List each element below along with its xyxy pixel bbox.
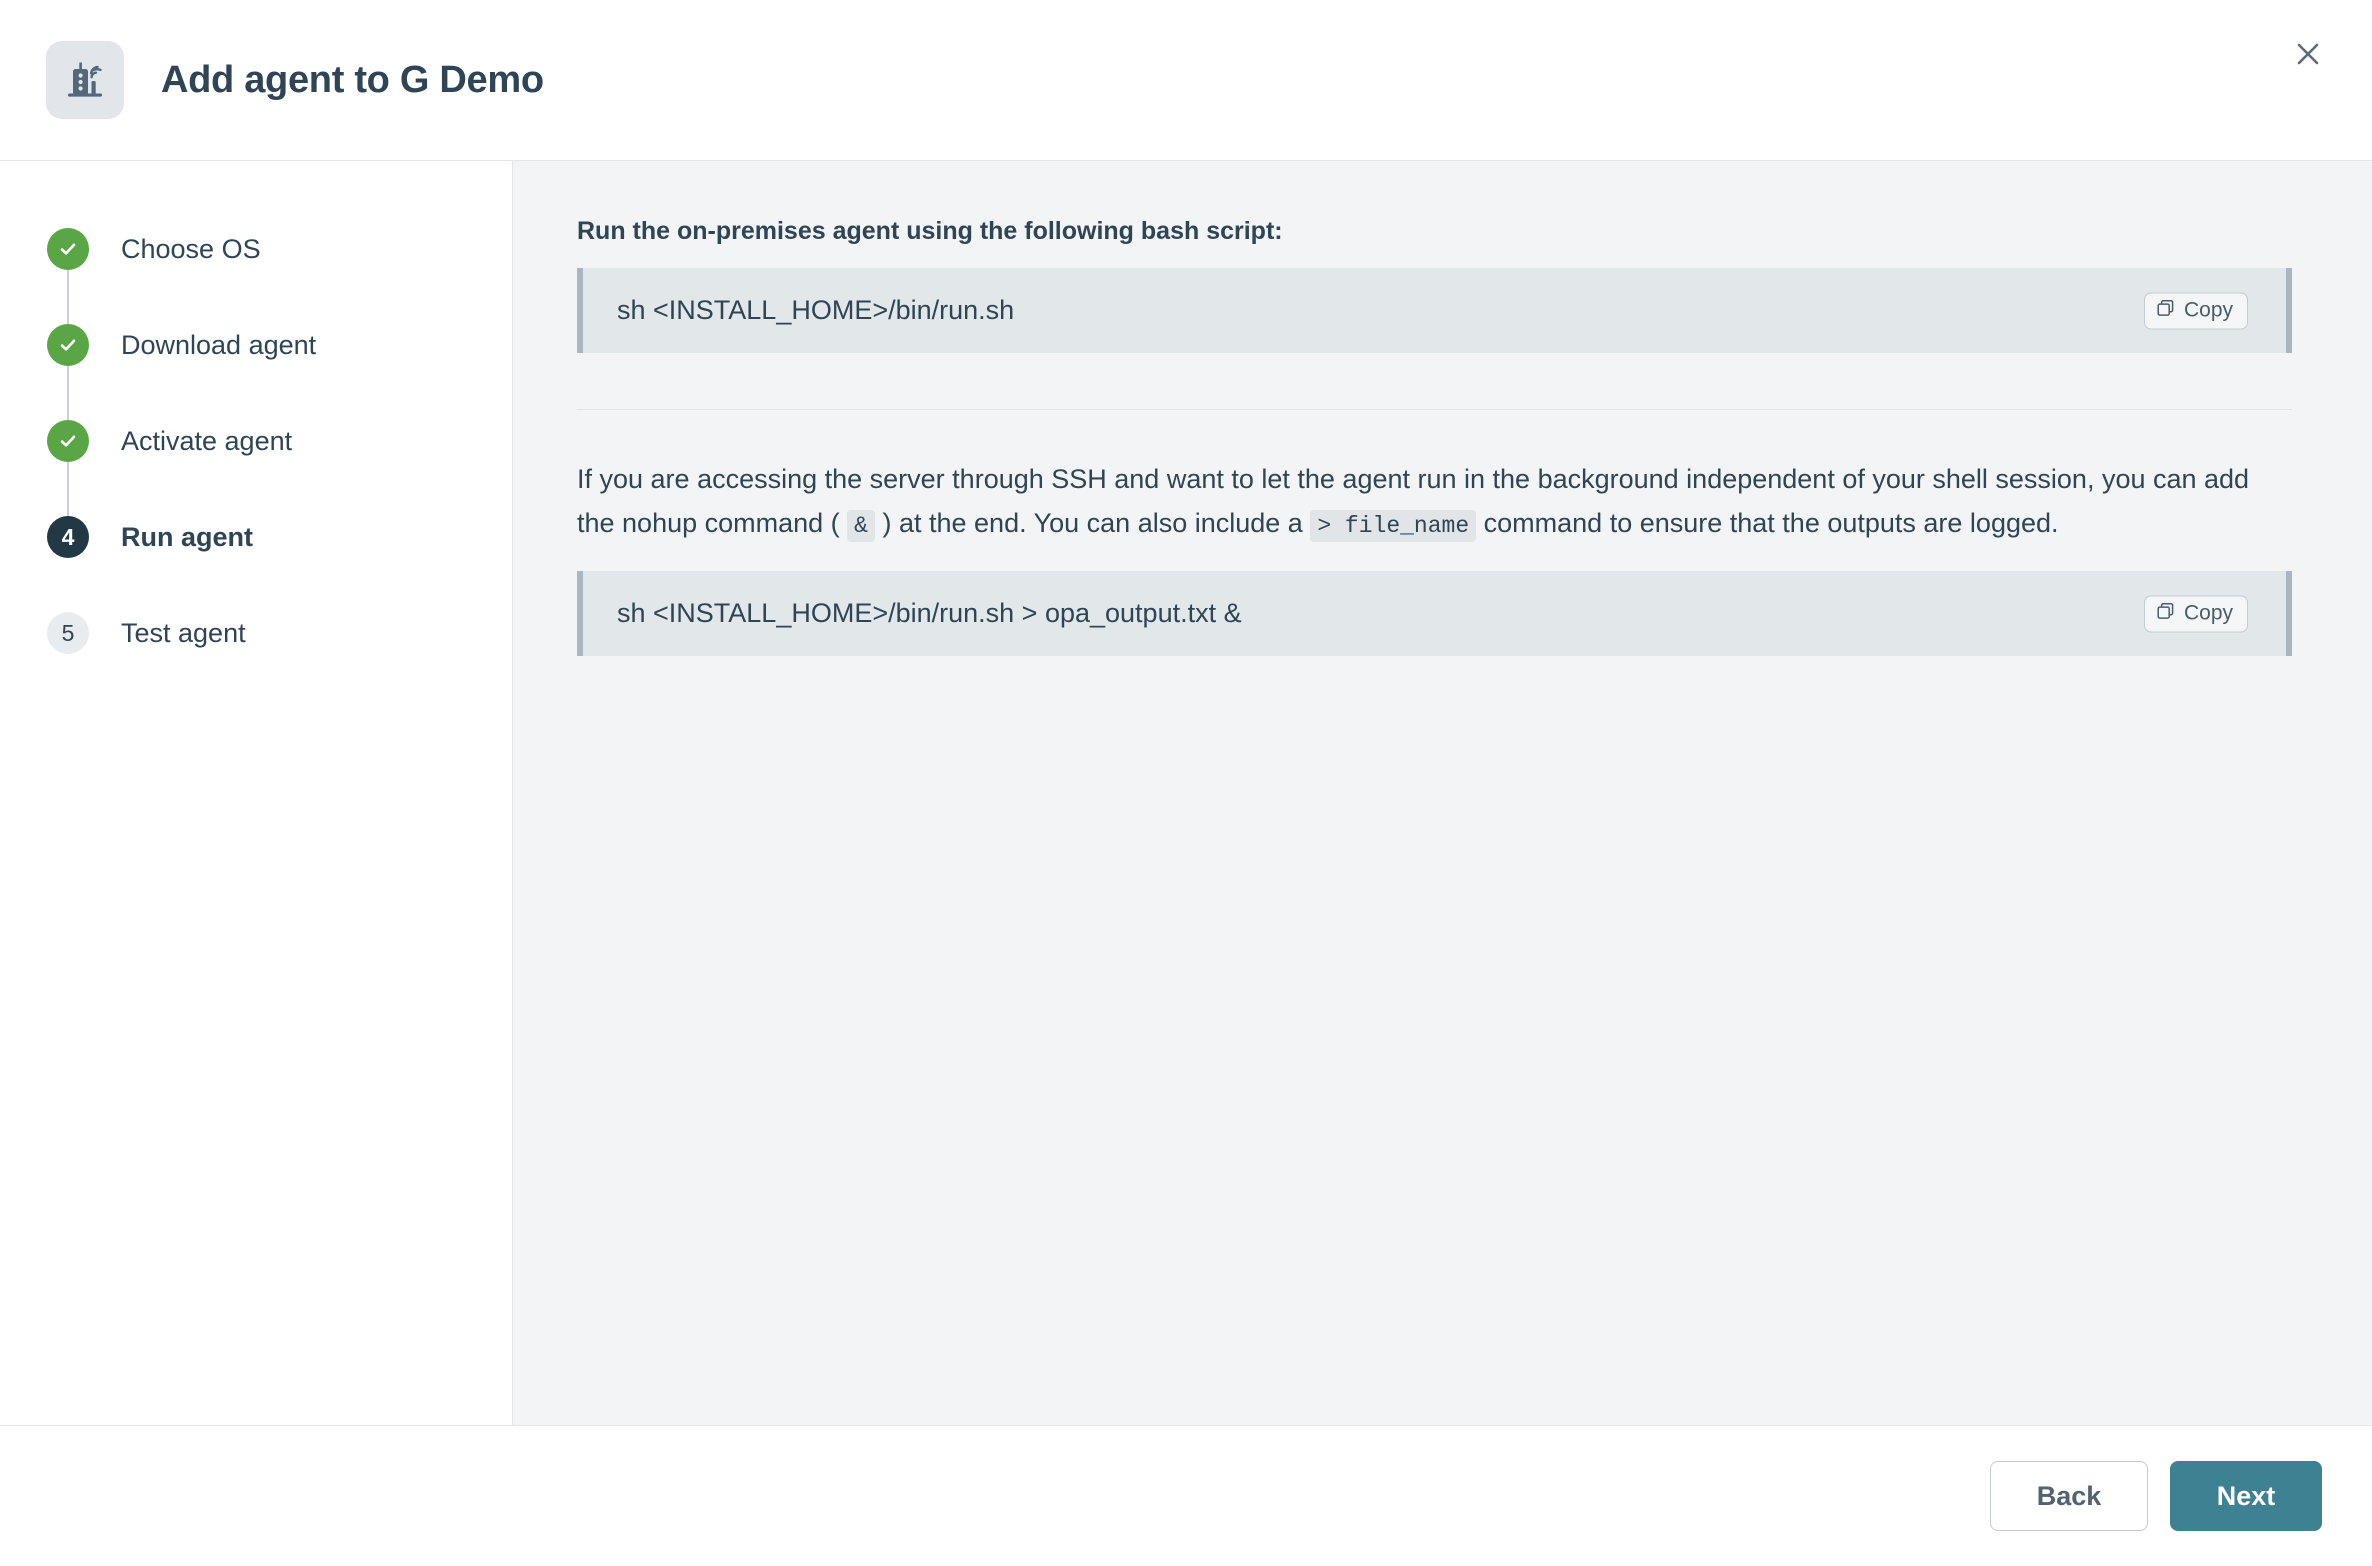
next-button[interactable]: Next [2170,1461,2322,1531]
copy-icon [2156,298,2175,323]
copy-button-label: Copy [2183,298,2233,322]
step-list: Choose OS Download agent Activate agent … [0,201,512,681]
copy-button[interactable]: Copy [2143,595,2248,633]
sidebar-step-choose-os[interactable]: Choose OS [0,201,512,324]
inline-code-redirect-filename: > file_name [1310,509,1477,542]
wizard-step-sidebar: Choose OS Download agent Activate agent … [0,161,513,1425]
back-button[interactable]: Back [1990,1461,2148,1531]
building-antenna-icon [46,41,124,119]
dialog-footer: Back Next [0,1425,2372,1566]
code-block-run-script: sh <INSTALL_HOME>/bin/run.sh Copy [577,268,2292,353]
add-agent-wizard-dialog: Add agent to G Demo Choose OS Download a… [0,0,2372,1566]
step-check-icon [47,420,89,462]
step-label: Test agent [121,617,246,648]
sidebar-step-download-agent[interactable]: Download agent [0,297,512,420]
sidebar-step-run-agent[interactable]: 4 Run agent [0,489,512,585]
step-check-icon [47,228,89,270]
step-number-badge: 5 [47,612,89,654]
section-divider [577,409,2292,410]
step-label: Activate agent [121,425,293,456]
step-connector [67,270,69,324]
close-icon[interactable] [2282,28,2334,80]
copy-icon [2156,601,2175,626]
copy-button[interactable]: Copy [2143,292,2248,329]
step-check-icon [47,324,89,366]
dialog-header: Add agent to G Demo [0,0,2372,161]
step-label: Choose OS [121,233,261,264]
sidebar-step-activate-agent[interactable]: Activate agent [0,393,512,516]
section-heading: Run the on-premises agent using the foll… [577,217,1283,245]
paragraph-part-2: ) at the end. You can also include a [874,507,1311,538]
ssh-nohup-description: If you are accessing the server through … [577,458,2292,545]
step-number-badge: 4 [47,516,89,558]
step-label: Download agent [121,329,317,360]
dialog-body: Choose OS Download agent Activate agent … [0,161,2372,1425]
page-title: Add agent to G Demo [161,58,544,101]
code-block-run-script-background: sh <INSTALL_HOME>/bin/run.sh > opa_outpu… [577,571,2292,657]
sidebar-step-test-agent[interactable]: 5 Test agent [0,585,512,681]
paragraph-part-3: command to ensure that the outputs are l… [1476,507,2059,538]
copy-button-label: Copy [2183,601,2233,625]
step-connector [67,462,69,516]
inline-code-ampersand: & [847,509,875,542]
wizard-step-content: Run the on-premises agent using the foll… [513,161,2372,1425]
step-connector [67,366,69,420]
step-label: Run agent [121,521,253,552]
code-text: sh <INSTALL_HOME>/bin/run.sh [617,295,1015,325]
code-text: sh <INSTALL_HOME>/bin/run.sh > opa_outpu… [617,598,1242,629]
